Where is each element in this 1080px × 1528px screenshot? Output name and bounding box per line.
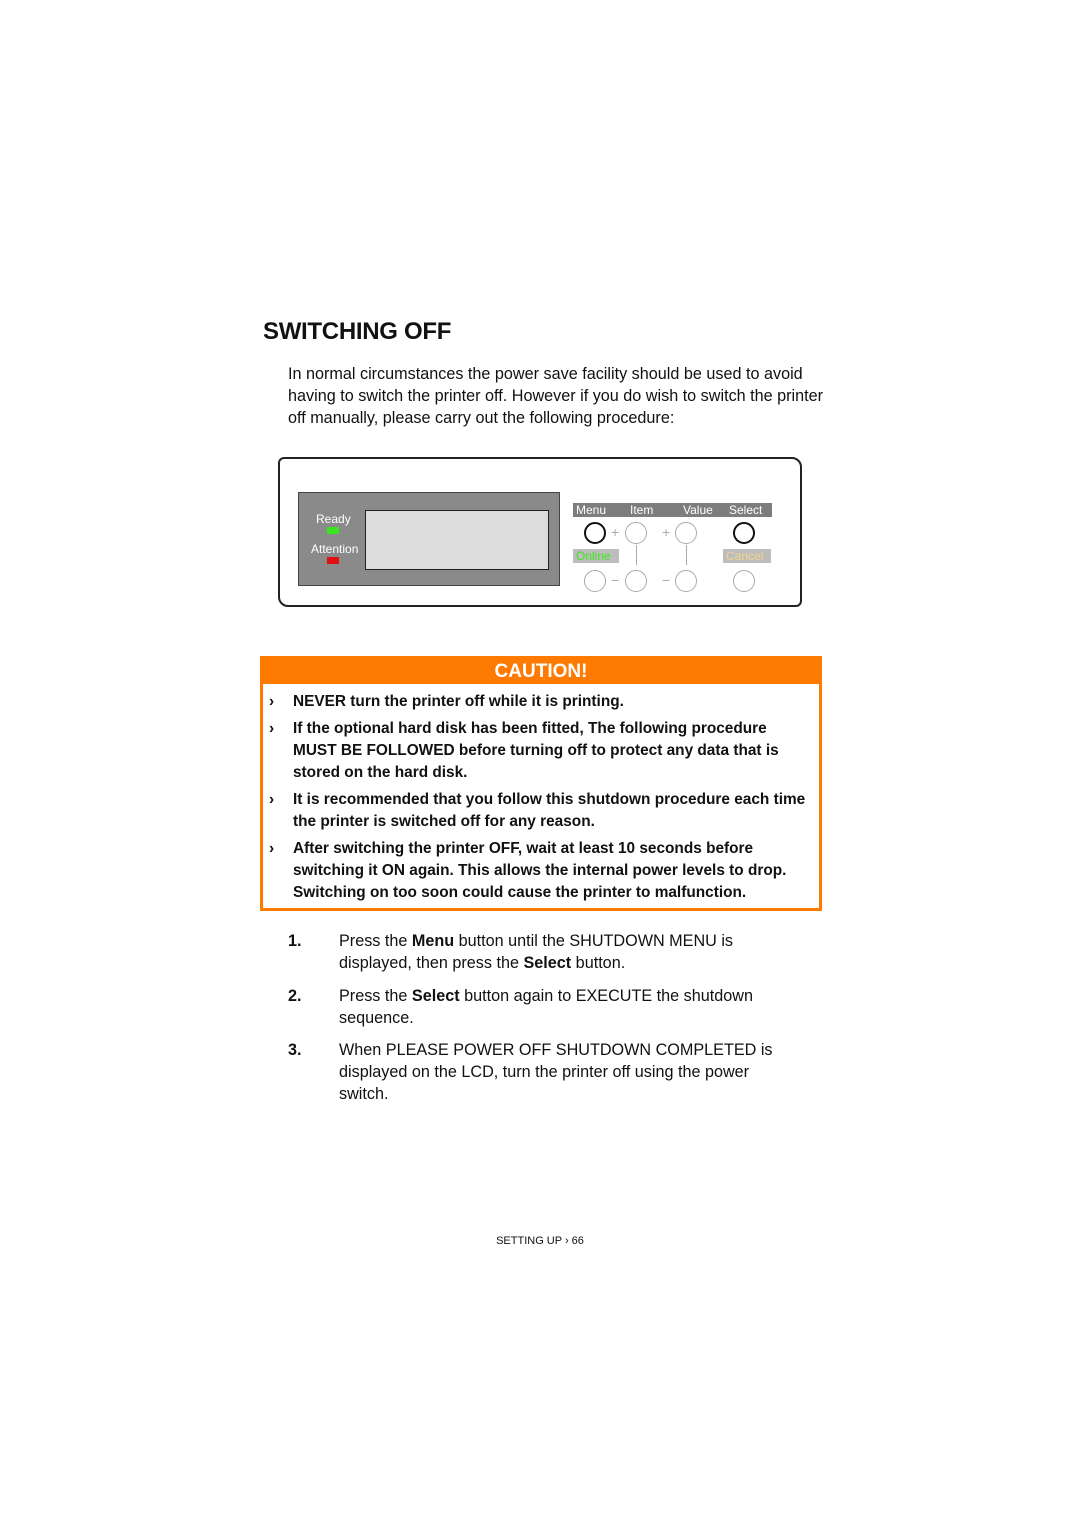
ready-led-icon [327,527,339,534]
chevron-right-icon: › [269,693,275,710]
attention-label: Attention [311,542,359,556]
lcd-housing: Ready Attention [298,492,560,586]
item-plus-icon: + [611,524,620,540]
chevron-right-icon: › [269,720,275,737]
select-button[interactable] [733,522,755,544]
item-connector [636,545,637,565]
ready-label: Ready [316,512,351,526]
attention-led-icon [327,557,339,564]
menu-key-label: Menu [576,503,607,517]
caution-box: CAUTION! › NEVER turn the printer off whi… [260,656,822,911]
step-text: Press the Select button again to EXECUTE… [339,987,753,1027]
page-title: SWITCHING OFF [263,318,452,345]
cancel-key-label: Cancel [723,549,771,563]
value-plus-button[interactable] [675,522,697,544]
item-plus-button[interactable] [625,522,647,544]
value-connector [686,545,687,565]
value-minus-button[interactable] [675,570,697,592]
cancel-button[interactable] [733,570,755,592]
value-minus-icon: − [662,572,671,588]
key-label-bar: Menu Item Value Select [573,503,772,517]
value-key-label: Value [683,503,713,517]
caution-item: › NEVER turn the printer off while it is … [269,691,813,713]
item-minus-icon: − [611,572,620,588]
caution-item: › It is recommended that you follow this … [269,791,806,830]
printer-control-panel-illustration: Ready Attention Menu Item Value Select +… [278,457,802,607]
caution-item: › If the optional hard disk has been fitt… [269,720,779,781]
step-number: 2. [288,987,302,1005]
step-number: 3. [288,1041,302,1059]
menu-button[interactable] [584,522,606,544]
caution-heading: CAUTION! [263,659,819,684]
step-text: Press the Menu button until the SHUTDOWN… [339,932,734,972]
value-plus-icon: + [662,524,671,540]
step-number: 1. [288,932,302,950]
item-minus-button[interactable] [625,570,647,592]
step-text: When PLEASE POWER OFF SHUTDOWN COMPLETED… [339,1041,773,1103]
chevron-right-icon: › [269,791,275,808]
select-key-label: Select [729,503,763,517]
chevron-right-icon: › [269,840,275,857]
item-key-label: Item [630,503,654,517]
caution-item: › After switching the printer OFF, wait a… [269,840,787,901]
online-button[interactable] [584,570,606,592]
page-footer: SETTING UP › 66 [496,1235,584,1247]
control-keys: Menu Item Value Select + + Online Cancel… [573,503,773,598]
online-key-label: Online [573,549,619,563]
intro-paragraph: In normal circumstances the power save f… [288,365,824,427]
lcd-display [365,510,549,570]
